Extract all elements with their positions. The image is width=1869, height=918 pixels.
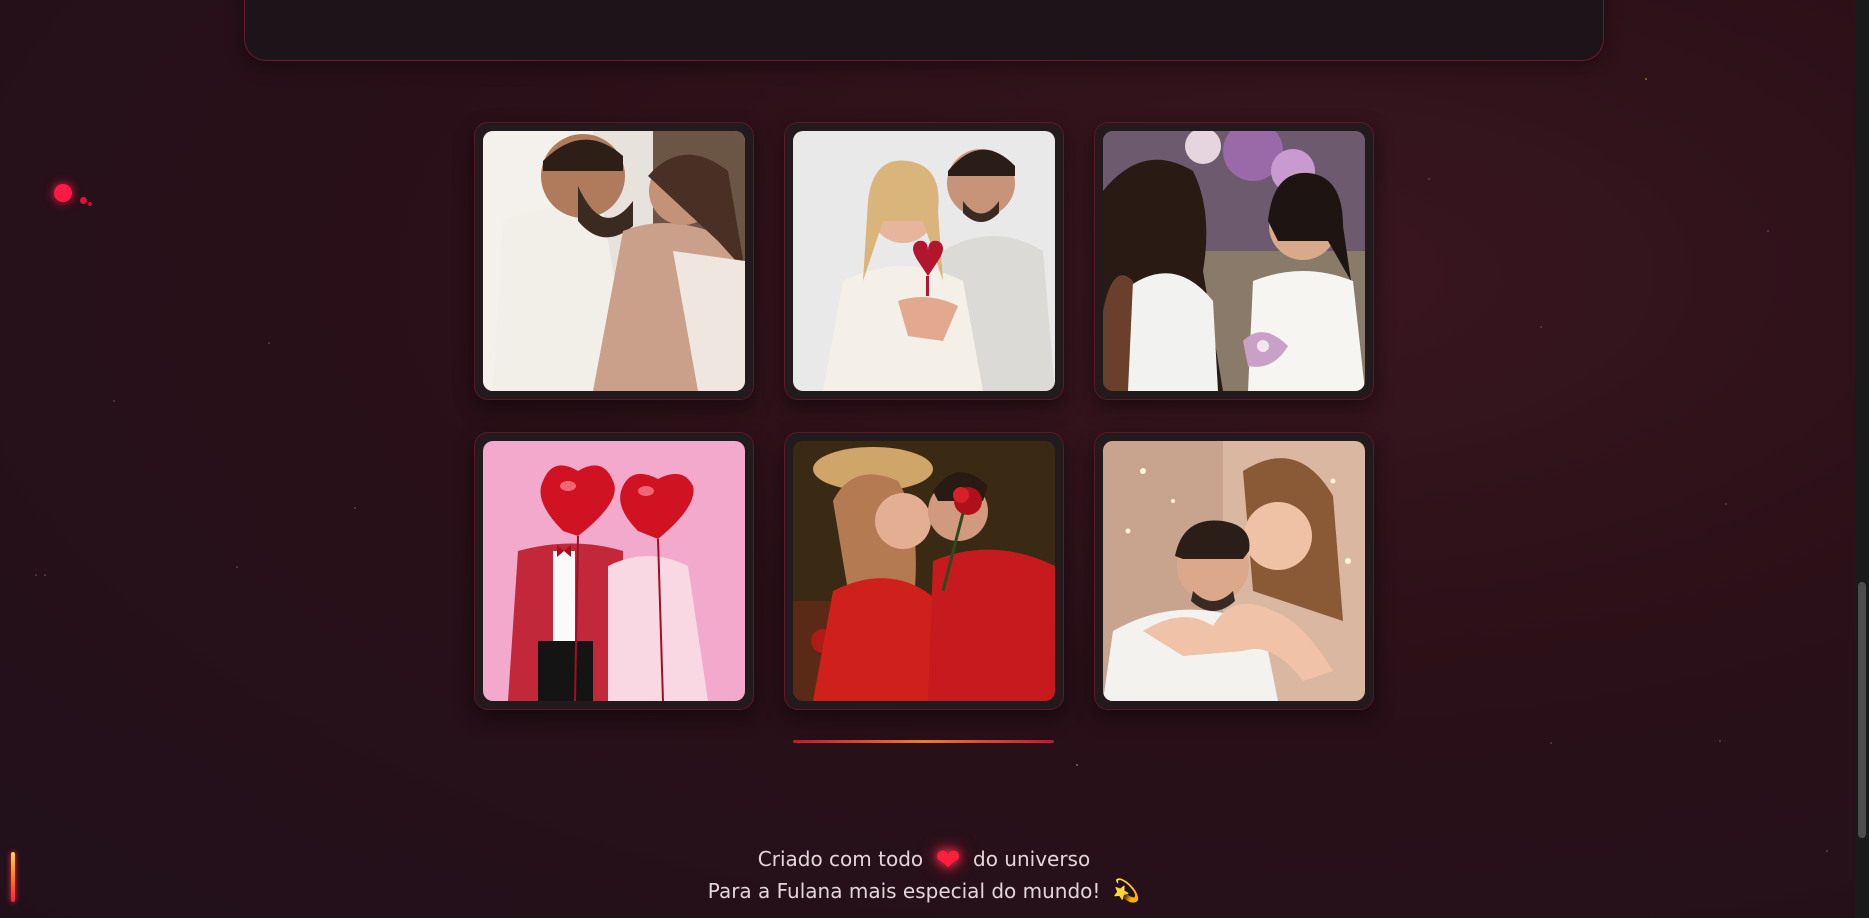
cursor-trail xyxy=(80,197,87,204)
photo-card[interactable] xyxy=(1094,432,1374,710)
photo-couple-red-rose[interactable] xyxy=(793,441,1055,701)
dizzy-star-icon: 💫 xyxy=(1112,879,1141,904)
photo-card[interactable] xyxy=(784,122,1064,400)
photo-card[interactable] xyxy=(784,432,1064,710)
scrollbar[interactable] xyxy=(1855,0,1869,918)
section-divider xyxy=(793,740,1054,743)
background-sparkle xyxy=(236,566,238,568)
background-sparkle xyxy=(268,342,270,344)
background-sparkle xyxy=(1428,178,1430,180)
background-sparkle xyxy=(44,574,46,576)
photo-couple-hug[interactable] xyxy=(483,131,745,391)
footer-credit-after: do universo xyxy=(973,847,1091,871)
background-sparkle xyxy=(1645,78,1647,80)
background-sparkle xyxy=(1826,850,1828,852)
photo-card[interactable] xyxy=(1094,122,1374,400)
footer-credit: Criado com todo ❤ do universo xyxy=(0,843,1848,878)
background-sparkle xyxy=(1719,740,1721,742)
glow-bar-indicator xyxy=(11,852,15,902)
background-sparkle xyxy=(113,400,115,402)
photo-card[interactable] xyxy=(474,432,754,710)
cursor-trail xyxy=(88,202,92,206)
background-sparkle xyxy=(1550,742,1552,744)
photo-couple-heart-balloons[interactable] xyxy=(483,441,745,701)
background-sparkle xyxy=(35,574,37,576)
background-sparkle xyxy=(1076,764,1078,766)
background-sparkle xyxy=(1725,503,1727,505)
photo-gallery xyxy=(0,0,1869,918)
footer-credit-before: Criado com todo xyxy=(757,847,924,871)
photo-brides-ceremony[interactable] xyxy=(1103,131,1365,391)
background-sparkle xyxy=(354,507,356,509)
photo-card[interactable] xyxy=(474,122,754,400)
cursor-dot xyxy=(54,184,72,202)
photo-couple-lights[interactable] xyxy=(1103,441,1365,701)
background-sparkle xyxy=(1767,230,1769,232)
footer-dedication-text: Para a Fulana mais especial do mundo! xyxy=(707,879,1101,903)
scrollbar-thumb[interactable] xyxy=(1858,582,1866,838)
background-sparkle xyxy=(1540,326,1542,328)
heart-icon: ❤ xyxy=(935,843,961,878)
footer-dedication: Para a Fulana mais especial do mundo! 💫 xyxy=(0,879,1848,904)
photo-couple-paper-heart[interactable] xyxy=(793,131,1055,391)
